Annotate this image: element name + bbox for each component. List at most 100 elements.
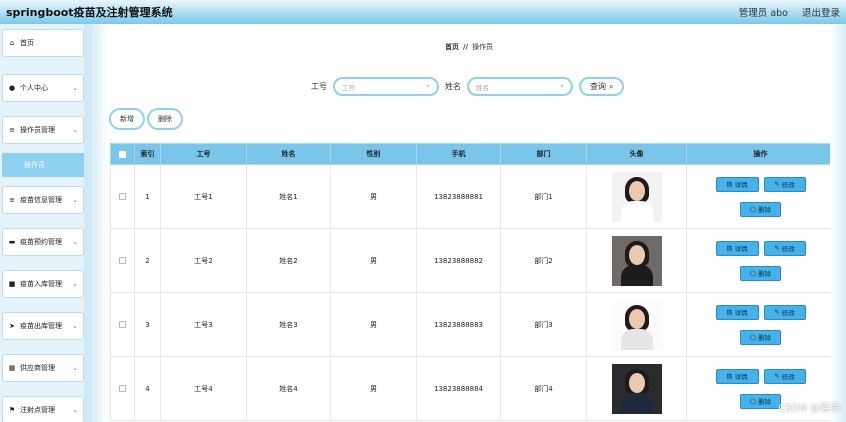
employee-id-label: 工号 (311, 82, 327, 91)
breadcrumb-home[interactable]: 首页 (445, 43, 459, 51)
action-buttons: 新增 删除 (109, 108, 183, 130)
cell-avatar (586, 228, 687, 293)
cell-avatar (586, 356, 687, 421)
cell-index: 4 (134, 356, 161, 421)
row-checkbox[interactable] (110, 292, 135, 357)
cell-employee-id: 工号4 (160, 356, 247, 421)
delete-button[interactable]: ▢ 删除 (740, 329, 781, 345)
edit-icon: ✎ (774, 372, 780, 380)
document-icon: ▤ (726, 180, 733, 188)
database-icon: ■ (8, 280, 16, 288)
cell-department: 部门3 (500, 292, 587, 357)
sidebar-item[interactable]: ≡ 操作员管理 ⌄ (2, 116, 84, 144)
sidebar-item[interactable]: ≡ 疫苗信息管理 ⌄ (2, 186, 84, 214)
send-icon: ➤ (9, 322, 15, 330)
row-checkbox[interactable] (110, 164, 135, 229)
edit-button[interactable]: ✎ 修改 (763, 240, 806, 256)
sidebar-subitem-operator[interactable]: 操作员 (2, 153, 84, 177)
flag-icon: ⚑ (8, 406, 16, 414)
cell-name: 姓名2 (246, 228, 331, 293)
row-checkbox[interactable] (110, 356, 135, 421)
sidebar-item[interactable]: ⌂ 首页 (2, 29, 84, 57)
header-avatar: 头像 (586, 143, 687, 165)
sidebar-item-label: 个人中心 (20, 84, 48, 92)
cell-gender: 男 (330, 164, 417, 229)
name-input[interactable]: 姓名 ⌕ (467, 77, 573, 96)
detail-button[interactable]: ▤ 详情 (715, 368, 759, 384)
list-icon: ≡ (9, 196, 15, 204)
logout-link[interactable]: 退出登录 (802, 5, 840, 19)
cell-phone: 13823888884 (416, 356, 501, 421)
sidebar-item-label: 疫苗入库管理 (20, 280, 62, 288)
cell-index: 3 (134, 292, 161, 357)
delete-button[interactable]: ▢ 删除 (740, 265, 781, 281)
batch-delete-button[interactable]: 删除 (147, 108, 183, 130)
cell-employee-id: 工号3 (160, 292, 247, 357)
detail-button[interactable]: ▤ 详情 (715, 176, 759, 192)
sidebar-item[interactable]: ■ 疫苗入库管理 ⌄ (2, 270, 84, 298)
avatar (611, 299, 662, 350)
query-button[interactable]: 查询 ⌕ (579, 77, 625, 96)
sidebar-item[interactable]: ▦ 供应商管理 ⌄ (2, 354, 84, 382)
document-icon: ▤ (726, 244, 733, 252)
chevron-down-icon: ⌄ (72, 280, 78, 288)
select-all-checkbox[interactable] (110, 143, 135, 165)
name-label: 姓名 (445, 82, 461, 91)
cell-phone: 13823888883 (416, 292, 501, 357)
document-icon: ▤ (726, 308, 733, 316)
row-checkbox[interactable] (110, 228, 135, 293)
add-button[interactable]: 新增 (109, 108, 145, 130)
cell-department: 部门2 (500, 228, 587, 293)
search-row: 工号 工号 ⌕ 姓名 姓名 ⌕ 查询 ⌕ (311, 77, 625, 96)
sidebar-item[interactable]: ▬ 疫苗预约管理 ⌄ (2, 228, 84, 256)
edit-icon: ✎ (774, 244, 780, 252)
sidebar: ⌂ 首页 ● 个人中心 ⌄ ≡ 操作员管理 ⌄ 操作员 ≡ 疫苗信息管理 ⌄ ▬ 疫苗预约管理 ⌄ ■ 疫苗入库… (0, 24, 92, 422)
header-name: 姓名 (246, 143, 331, 165)
search-icon: ⌕ (426, 82, 430, 90)
trash-icon: ▢ (749, 397, 757, 405)
search-icon: ⌕ (560, 82, 564, 90)
cell-phone: 13823888881 (416, 164, 501, 229)
sidebar-item-label: 疫苗信息管理 (20, 196, 62, 204)
chevron-down-icon: ⌄ (72, 238, 78, 246)
detail-button[interactable]: ▤ 详情 (715, 240, 759, 256)
home-icon: ⌂ (9, 39, 15, 47)
sidebar-item[interactable]: ⚑ 注射点管理 ⌄ (2, 396, 84, 422)
cell-employee-id: 工号2 (160, 228, 247, 293)
cell-gender: 男 (330, 356, 417, 421)
header-phone: 手机 (416, 143, 501, 165)
detail-button[interactable]: ▤ 详情 (715, 304, 759, 320)
cell-index: 2 (134, 228, 161, 293)
table-header: 索引 工号 姓名 性别 手机 部门 头像 操作 (110, 143, 835, 165)
delete-button[interactable]: ▢ 删除 (740, 393, 781, 409)
cell-name: 姓名4 (246, 356, 331, 421)
cell-actions: ▤ 详情 ✎ 修改 ▢ 删除 (686, 164, 835, 229)
sidebar-item-label: 操作员管理 (20, 126, 55, 134)
table-row: 4 工号4 姓名4 男 13823888884 部门4 ▤ 详情 ✎ 修改 ▢ 删除 (110, 356, 835, 421)
watermark: CSDN @佳倫 (778, 403, 840, 414)
app-title: springboot疫苗及注射管理系统 (6, 6, 173, 19)
sidebar-item[interactable]: ● 个人中心 ⌄ (2, 74, 84, 102)
chevron-down-icon: ⌄ (72, 84, 78, 92)
table-row: 2 工号2 姓名2 男 13823888882 部门2 ▤ 详情 ✎ 修改 ▢ 删除 (110, 228, 835, 293)
sidebar-item-label: 疫苗预约管理 (20, 238, 62, 246)
search-icon: ⌕ (609, 81, 614, 91)
employee-id-input[interactable]: 工号 ⌕ (333, 77, 439, 96)
top-bar: springboot疫苗及注射管理系统 管理员 abo 退出登录 (0, 0, 846, 24)
sidebar-item[interactable]: ➤ 疫苗出库管理 ⌄ (2, 312, 84, 340)
header-employee-id: 工号 (160, 143, 247, 165)
sidebar-item-label: 首页 (20, 39, 34, 47)
cell-gender: 男 (330, 228, 417, 293)
chevron-down-icon: ⌄ (72, 196, 78, 204)
current-user: 管理员 abo (738, 8, 788, 19)
delete-button[interactable]: ▢ 删除 (740, 201, 781, 217)
cell-name: 姓名1 (246, 164, 331, 229)
avatar (611, 235, 662, 286)
edit-button[interactable]: ✎ 修改 (763, 176, 806, 192)
trash-icon: ▢ (749, 269, 757, 277)
edit-button[interactable]: ✎ 修改 (763, 304, 806, 320)
cell-avatar (586, 164, 687, 229)
edit-button[interactable]: ✎ 修改 (763, 368, 806, 384)
cell-name: 姓名3 (246, 292, 331, 357)
user-icon: ● (8, 84, 16, 92)
